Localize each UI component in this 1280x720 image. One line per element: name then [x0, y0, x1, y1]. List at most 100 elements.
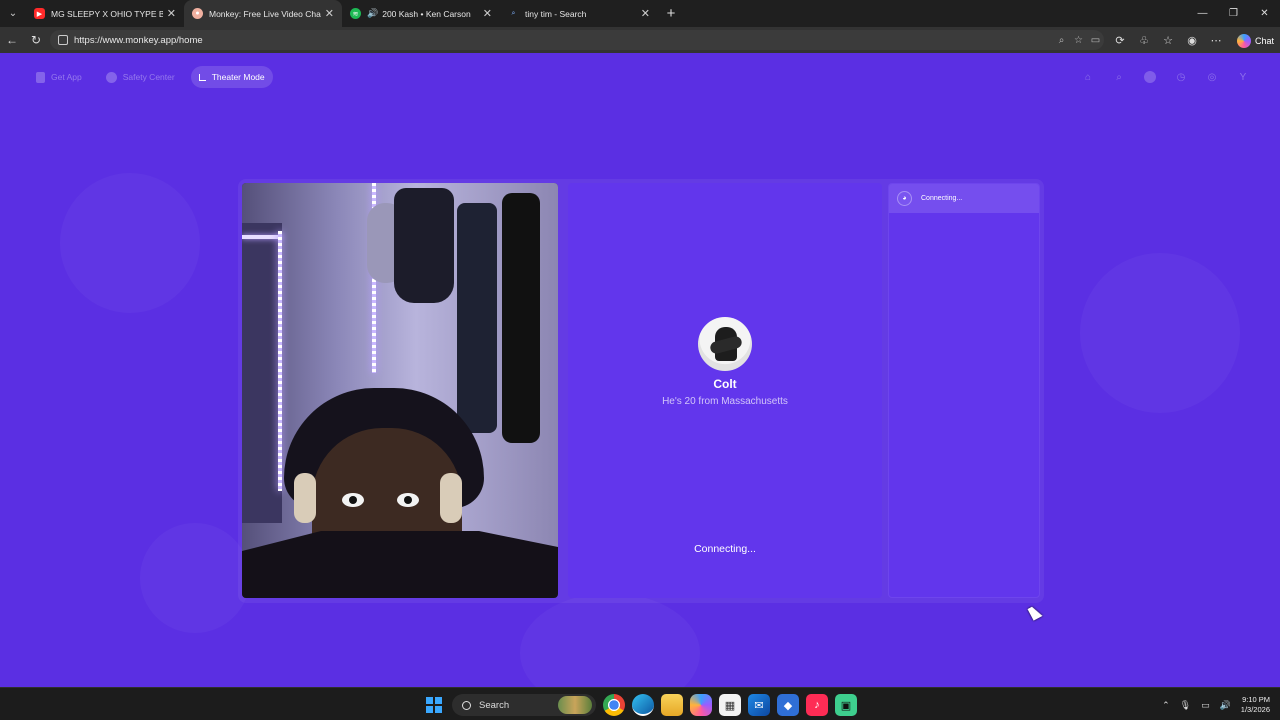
history-icon[interactable]: ◷	[1172, 68, 1190, 86]
close-tab-icon[interactable]: ✕	[483, 7, 492, 20]
url-text[interactable]: https://www.monkey.app/home	[74, 35, 203, 46]
close-tab-icon[interactable]: ✕	[641, 7, 650, 20]
camera-person-headphone	[294, 473, 316, 523]
zoom-icon[interactable]: ⌕	[1053, 35, 1070, 46]
browser-tab-bar: ⌄ ▶ MG SLEEPY X OHIO TYPE BEAT (F ✕ ● Mo…	[0, 0, 1280, 27]
tiktok-icon[interactable]: ♪	[806, 694, 828, 716]
address-bar[interactable]: https://www.monkey.app/home ⌕ ☆ ▭	[50, 30, 1104, 50]
media-icon[interactable]: ▭	[1087, 35, 1104, 46]
match-info: He's 20 from Massachusetts	[662, 396, 788, 407]
chat-icon[interactable]: ◎	[1203, 68, 1221, 86]
background-pattern	[1080, 253, 1240, 413]
home-icon[interactable]: ⌂	[1079, 68, 1097, 86]
browser-tools: ⟳ ♧ ☆ ◉ ⋯	[1108, 27, 1228, 53]
camera-scene-led	[278, 231, 282, 491]
back-icon[interactable]: ←	[0, 27, 24, 53]
background-pattern	[520, 593, 700, 687]
restore-icon[interactable]: ❐	[1218, 0, 1249, 27]
reload-icon[interactable]: ↻	[24, 27, 48, 53]
window-controls: — ❐ ✕	[1187, 0, 1280, 27]
background-pattern	[140, 523, 250, 633]
safety-center-button[interactable]: Safety Center	[98, 66, 183, 88]
browser-tab-search[interactable]: ⌕ tiny tim - Search ✕	[500, 0, 658, 27]
camera-scene-clothes	[394, 188, 454, 303]
camera-scene-clothes	[457, 203, 497, 433]
theater-mode-label: Theater Mode	[211, 72, 265, 82]
close-window-icon[interactable]: ✕	[1249, 0, 1280, 27]
clock-time: 9:10 PM	[1242, 695, 1270, 704]
app-icon[interactable]: ◆	[777, 694, 799, 716]
browser-tab-youtube[interactable]: ▶ MG SLEEPY X OHIO TYPE BEAT (F ✕	[26, 0, 184, 27]
camera-person-eye	[397, 493, 419, 507]
camera-person-eye	[342, 493, 364, 507]
shield-icon	[105, 71, 117, 83]
browser-tab-spotify[interactable]: ≋ 🔊 200 Kash • Ken Carson ✕	[342, 0, 500, 27]
get-app-button[interactable]: Get App	[28, 66, 90, 88]
file-explorer-icon[interactable]	[661, 694, 683, 716]
network-icon[interactable]: ▭	[1201, 700, 1210, 711]
chevron-up-icon[interactable]: ⌃	[1162, 700, 1170, 711]
theater-mode-button[interactable]: Theater Mode	[190, 66, 273, 88]
video-chat-stage: Colt He's 20 from Massachusetts Connecti…	[238, 179, 1044, 603]
copilot-icon	[1236, 33, 1251, 48]
copilot-chat-button[interactable]: Chat	[1236, 32, 1274, 49]
chat-header: ◕ Connecting...	[889, 184, 1039, 213]
get-app-label: Get App	[51, 72, 82, 82]
favorites-icon[interactable]: ☆	[1156, 34, 1180, 47]
expand-icon	[198, 73, 206, 81]
browser-essentials-icon[interactable]: ♧	[1132, 34, 1156, 47]
mail-icon[interactable]: ✉	[748, 694, 770, 716]
camera-scene-clothes	[502, 193, 540, 443]
header-actions: ⌂ ⌕ ◷ ◎ Y	[1079, 68, 1252, 86]
edge-icon[interactable]	[632, 694, 654, 716]
monkey-page: Get App Safety Center Theater Mode ⌂ ⌕ ◷…	[0, 53, 1280, 687]
address-bar-actions: ⌕ ☆ ▭	[1053, 30, 1104, 50]
youtube-icon: ▶	[34, 8, 45, 19]
browser-toolbar: ← ↻ https://www.monkey.app/home ⌕ ☆ ▭ ⟳ …	[0, 27, 1280, 53]
chat-panel: ◕ Connecting...	[888, 183, 1040, 598]
copilot-icon[interactable]	[690, 694, 712, 716]
camera-scene-door	[242, 223, 282, 523]
match-name: Colt	[713, 377, 737, 391]
greenapp-icon[interactable]: ▣	[835, 694, 857, 716]
system-tray: ⌃ 🎙 ▭ 🔊 9:10 PM 1/3/2026	[1162, 692, 1270, 718]
connecting-status: Connecting...	[694, 543, 756, 555]
camera-scene-led	[242, 235, 282, 239]
top-nav: Get App Safety Center Theater Mode	[28, 66, 273, 88]
close-tab-icon[interactable]: ✕	[167, 7, 176, 20]
tab-title: MG SLEEPY X OHIO TYPE BEAT (F	[51, 8, 163, 19]
extensions-icon[interactable]: ⟳	[1108, 34, 1132, 47]
clock-date: 1/3/2026	[1240, 705, 1270, 714]
search-icon[interactable]: ⌕	[1110, 68, 1128, 86]
chat-label: Chat	[1254, 35, 1274, 46]
browser-tab-monkey[interactable]: ● Monkey: Free Live Video Chat ✕	[184, 0, 342, 27]
windows-taskbar: Search ▦ ✉ ◆ ♪ ▣ ⌃ 🎙 ▭ 🔊 9:10 PM 1/3/202…	[0, 687, 1280, 720]
tab-title: tiny tim - Search	[525, 8, 587, 19]
close-tab-icon[interactable]: ✕	[325, 7, 334, 20]
search-icon	[462, 700, 471, 710]
more-menu-icon[interactable]: ⋯	[1204, 34, 1228, 47]
minimize-icon[interactable]: —	[1187, 0, 1218, 27]
microphone-icon[interactable]: 🎙	[1180, 700, 1191, 711]
taskbar-search[interactable]: Search	[452, 694, 596, 716]
match-profile: Colt He's 20 from Massachusetts	[568, 317, 882, 407]
store-icon[interactable]: ▦	[719, 694, 741, 716]
new-tab-button[interactable]: +	[658, 0, 684, 27]
search-icon: ⌕	[511, 9, 516, 17]
avatar-icon[interactable]	[1141, 68, 1159, 86]
spotify-icon: ≋	[350, 8, 361, 19]
phone-icon	[36, 71, 45, 83]
user-initial[interactable]: Y	[1234, 68, 1252, 86]
background-pattern	[60, 173, 200, 313]
clock[interactable]: 9:10 PM 1/3/2026	[1241, 695, 1270, 715]
profile-icon[interactable]: ◉	[1180, 34, 1204, 47]
monkey-icon: ◕	[897, 191, 912, 206]
chrome-icon[interactable]	[603, 694, 625, 716]
site-info-icon[interactable]	[58, 35, 68, 45]
speaker-icon[interactable]: 🔊	[367, 8, 378, 19]
start-button[interactable]	[423, 694, 445, 716]
taskbar-apps: Search ▦ ✉ ◆ ♪ ▣	[423, 693, 857, 717]
volume-icon[interactable]: 🔊	[1220, 700, 1231, 711]
tab-list-menu-button[interactable]: ⌄	[0, 0, 26, 27]
favorite-star-icon[interactable]: ☆	[1070, 35, 1087, 46]
